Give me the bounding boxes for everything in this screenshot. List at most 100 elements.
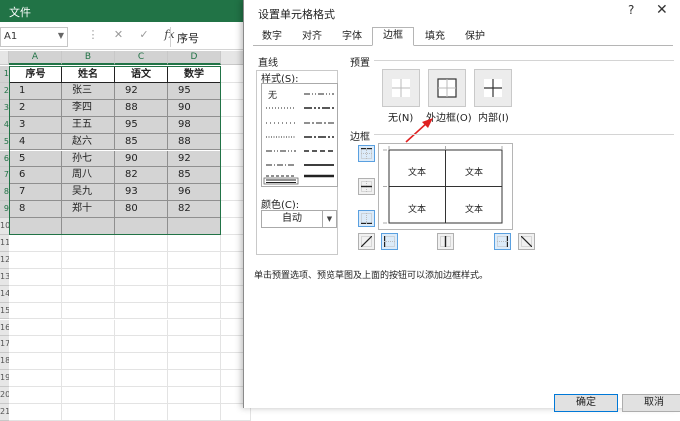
- column-header[interactable]: A: [9, 51, 62, 65]
- empty-cell[interactable]: [62, 370, 115, 388]
- empty-cell[interactable]: [62, 302, 115, 320]
- preset-none-button[interactable]: [382, 69, 420, 107]
- preset-inside-button[interactable]: [474, 69, 512, 107]
- tab-border[interactable]: 边框: [372, 27, 414, 46]
- line-style-list[interactable]: 无: [261, 83, 338, 187]
- row-header[interactable]: 3: [0, 99, 9, 117]
- empty-cell[interactable]: [62, 251, 115, 269]
- empty-cell[interactable]: [115, 319, 168, 337]
- empty-cell[interactable]: [168, 235, 221, 252]
- border-left-button[interactable]: [381, 233, 398, 250]
- empty-cell[interactable]: [9, 336, 62, 354]
- row-header[interactable]: 8: [0, 184, 9, 202]
- empty-cell[interactable]: [115, 268, 168, 286]
- close-icon[interactable]: ✕: [656, 2, 668, 18]
- tab-alignment[interactable]: 对齐: [293, 28, 331, 46]
- empty-cell[interactable]: [115, 251, 168, 269]
- empty-cell[interactable]: [9, 353, 62, 371]
- formula-input[interactable]: 序号: [170, 27, 250, 47]
- row-header[interactable]: 16: [0, 319, 9, 337]
- border-top-button[interactable]: [358, 145, 375, 162]
- border-right-button[interactable]: [494, 233, 511, 250]
- ok-button[interactable]: 确定: [554, 394, 618, 412]
- empty-cell[interactable]: [9, 387, 62, 404]
- empty-cell[interactable]: [168, 319, 221, 337]
- preset-inside-label[interactable]: 内部(I): [478, 109, 509, 124]
- tab-protection[interactable]: 保护: [456, 28, 494, 46]
- empty-cell[interactable]: [168, 404, 221, 421]
- file-tab[interactable]: 文件: [9, 4, 31, 20]
- row-header[interactable]: 6: [0, 150, 9, 168]
- tab-fill[interactable]: 填充: [416, 28, 454, 46]
- row-header[interactable]: 14: [0, 285, 9, 303]
- row-header[interactable]: 18: [0, 353, 9, 371]
- chevron-down-icon[interactable]: ▼: [322, 211, 336, 227]
- border-diagonal-down-button[interactable]: [518, 233, 535, 250]
- row-header[interactable]: 4: [0, 116, 9, 134]
- border-vertical-button[interactable]: [437, 233, 454, 250]
- chevron-down-icon[interactable]: ▼: [58, 31, 64, 40]
- empty-cell[interactable]: [115, 235, 168, 252]
- empty-cell[interactable]: [62, 404, 115, 421]
- empty-cell[interactable]: [168, 285, 221, 303]
- empty-cell[interactable]: [62, 387, 115, 404]
- row-header[interactable]: 17: [0, 336, 9, 354]
- empty-cell[interactable]: [168, 268, 221, 286]
- empty-cell[interactable]: [9, 319, 62, 337]
- row-header[interactable]: 1: [0, 66, 9, 83]
- empty-cell[interactable]: [9, 404, 62, 421]
- empty-cell[interactable]: [168, 353, 221, 371]
- tab-number[interactable]: 数字: [253, 28, 291, 46]
- row-header[interactable]: 12: [0, 251, 9, 269]
- cancel-icon[interactable]: ✕: [108, 28, 130, 41]
- border-horizontal-button[interactable]: [358, 178, 375, 195]
- empty-cell[interactable]: [62, 285, 115, 303]
- empty-cell[interactable]: [115, 336, 168, 354]
- row-header[interactable]: 21: [0, 404, 9, 421]
- empty-cell[interactable]: [9, 370, 62, 388]
- border-preview[interactable]: 文本 文本 文本 文本: [378, 143, 513, 230]
- empty-cell[interactable]: [9, 285, 62, 303]
- empty-cell[interactable]: [115, 353, 168, 371]
- row-header[interactable]: 15: [0, 302, 9, 320]
- empty-cell[interactable]: [9, 251, 62, 269]
- empty-cell[interactable]: [9, 268, 62, 286]
- border-bottom-button[interactable]: [358, 210, 375, 227]
- empty-cell[interactable]: [115, 302, 168, 320]
- line-style-swatches[interactable]: [262, 84, 337, 186]
- tab-font[interactable]: 字体: [333, 28, 371, 46]
- empty-cell[interactable]: [9, 235, 62, 252]
- row-header[interactable]: 7: [0, 167, 9, 185]
- color-dropdown[interactable]: 自动 ▼: [261, 210, 337, 228]
- border-diagonal-up-button[interactable]: [358, 233, 375, 250]
- column-header[interactable]: B: [62, 51, 115, 65]
- enter-icon[interactable]: ✓: [133, 28, 155, 41]
- empty-cell[interactable]: [168, 336, 221, 354]
- empty-cell[interactable]: [62, 319, 115, 337]
- row-header[interactable]: 5: [0, 133, 9, 151]
- row-header[interactable]: 11: [0, 235, 9, 252]
- row-header[interactable]: 19: [0, 370, 9, 388]
- help-icon[interactable]: ?: [628, 3, 634, 17]
- row-header[interactable]: 13: [0, 268, 9, 286]
- empty-cell[interactable]: [115, 404, 168, 421]
- more-options-icon[interactable]: ⋮: [82, 28, 104, 41]
- preset-outline-button[interactable]: [428, 69, 466, 107]
- row-header[interactable]: 10: [0, 218, 9, 235]
- empty-cell[interactable]: [62, 268, 115, 286]
- empty-cell[interactable]: [168, 370, 221, 388]
- row-header[interactable]: 9: [0, 201, 9, 219]
- empty-cell[interactable]: [168, 302, 221, 320]
- select-all-corner[interactable]: [0, 51, 9, 65]
- empty-cell[interactable]: [115, 285, 168, 303]
- cancel-button[interactable]: 取消: [622, 394, 680, 412]
- column-header[interactable]: D: [168, 51, 221, 65]
- row-header[interactable]: 20: [0, 387, 9, 404]
- empty-cell[interactable]: [115, 387, 168, 404]
- empty-cell[interactable]: [62, 353, 115, 371]
- column-header[interactable]: C: [115, 51, 168, 65]
- name-box[interactable]: A1 ▼: [0, 27, 68, 47]
- empty-cell[interactable]: [9, 302, 62, 320]
- empty-cell[interactable]: [168, 387, 221, 404]
- empty-cell[interactable]: [62, 235, 115, 252]
